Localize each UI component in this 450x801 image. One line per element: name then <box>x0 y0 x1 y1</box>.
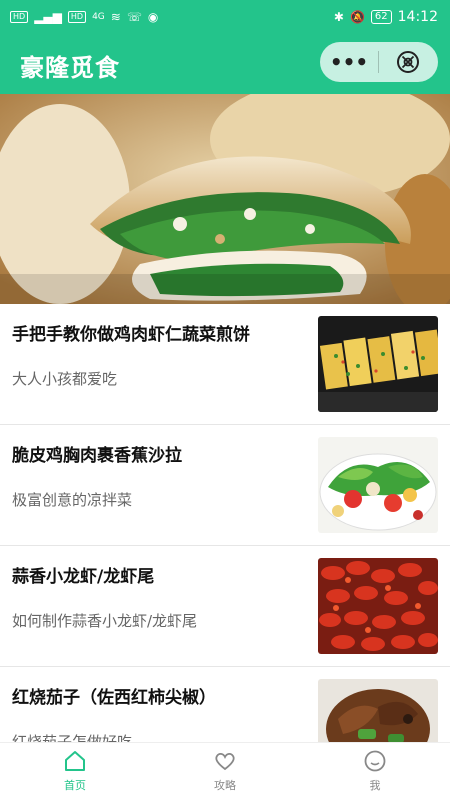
tab-label: 我 <box>369 779 381 792</box>
close-button[interactable] <box>379 50 437 74</box>
hd-badge-2: HD <box>67 11 87 23</box>
more-button[interactable]: ••• <box>320 42 378 82</box>
bluetooth-icon: ✱ <box>333 10 344 24</box>
list-item[interactable]: 手把手教你做鸡肉虾仁蔬菜煎饼 大人小孩都爱吃 <box>0 304 450 425</box>
article-list: 手把手教你做鸡肉虾仁蔬菜煎饼 大人小孩都爱吃 脆皮鸡胸肉裹香蕉沙拉 极富创意的凉… <box>0 304 450 788</box>
article-thumbnail <box>318 437 438 533</box>
phone-icon: ☏ <box>126 10 142 24</box>
title-bar: 豪隆觅食 ••• <box>0 34 450 94</box>
status-left: HD ▂▄▆ HD 4G ≋ ☏ ◉ <box>10 10 158 24</box>
smiley-icon <box>364 750 386 772</box>
article-subtitle: 大人小孩都爱吃 <box>12 370 118 388</box>
bottom-tab-bar: 首页 攻略 我 <box>0 742 450 801</box>
list-item[interactable]: 蒜香小龙虾/龙虾尾 如何制作蒜香小龙虾/龙虾尾 <box>0 546 450 667</box>
tab-label: 攻略 <box>214 779 236 792</box>
wechat-icon: ◉ <box>147 10 159 24</box>
list-item[interactable]: 脆皮鸡胸肉裹香蕉沙拉 极富创意的凉拌菜 <box>0 425 450 546</box>
crayfish-photo <box>318 558 438 654</box>
tab-me[interactable]: 我 <box>300 743 450 801</box>
banner-food-photo <box>0 94 450 304</box>
status-bar: HD ▂▄▆ HD 4G ≋ ☏ ◉ ✱ 🔕 62 14:12 <box>0 0 450 34</box>
battery-indicator: 62 <box>370 10 392 24</box>
tab-guide[interactable]: 攻略 <box>150 743 300 801</box>
close-circle-icon <box>397 51 419 73</box>
heart-icon <box>215 752 235 771</box>
pancake-photo <box>318 316 438 412</box>
article-thumbnail <box>318 558 438 654</box>
signal-icon: ▂▄▆ <box>34 10 62 24</box>
tab-label: 首页 <box>64 779 86 792</box>
miniprogram-capsule: ••• <box>320 42 438 82</box>
app-title: 豪隆觅食 <box>20 54 120 82</box>
wifi-icon: ≋ <box>110 10 121 24</box>
article-subtitle: 极富创意的凉拌菜 <box>12 491 133 509</box>
article-title: 手把手教你做鸡肉虾仁蔬菜煎饼 <box>12 325 250 345</box>
article-title: 脆皮鸡胸肉裹香蕉沙拉 <box>12 446 182 466</box>
tab-home[interactable]: 首页 <box>0 743 150 801</box>
article-thumbnail <box>318 316 438 412</box>
clock: 14:12 <box>397 9 438 25</box>
mute-icon: 🔕 <box>349 10 365 24</box>
status-right: ✱ 🔕 62 14:12 <box>334 9 438 25</box>
salad-photo <box>318 437 438 533</box>
article-title: 蒜香小龙虾/龙虾尾 <box>12 567 155 587</box>
hd-badge: HD <box>10 11 29 23</box>
article-subtitle: 如何制作蒜香小龙虾/龙虾尾 <box>12 612 198 630</box>
network-type: 4G <box>92 12 105 22</box>
home-icon <box>65 751 85 771</box>
banner-image[interactable] <box>0 94 450 304</box>
article-title: 红烧茄子（佐西红柿尖椒） <box>12 688 216 708</box>
